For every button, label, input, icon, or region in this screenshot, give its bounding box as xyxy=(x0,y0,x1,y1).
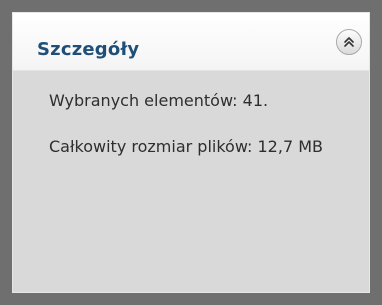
double-chevron-up-icon xyxy=(343,36,355,48)
total-file-size: Całkowity rozmiar plików: 12,7 MB xyxy=(49,137,323,156)
details-panel-header: Szczegóły xyxy=(13,13,369,71)
details-panel-title: Szczegóły xyxy=(37,39,140,60)
details-panel: Szczegóły Wybranych elementów: 41. Całko… xyxy=(12,12,370,293)
collapse-details-button[interactable] xyxy=(336,29,362,55)
selected-items-count: Wybranych elementów: 41. xyxy=(49,91,269,110)
details-panel-body: Wybranych elementów: 41. Całkowity rozmi… xyxy=(49,91,349,183)
